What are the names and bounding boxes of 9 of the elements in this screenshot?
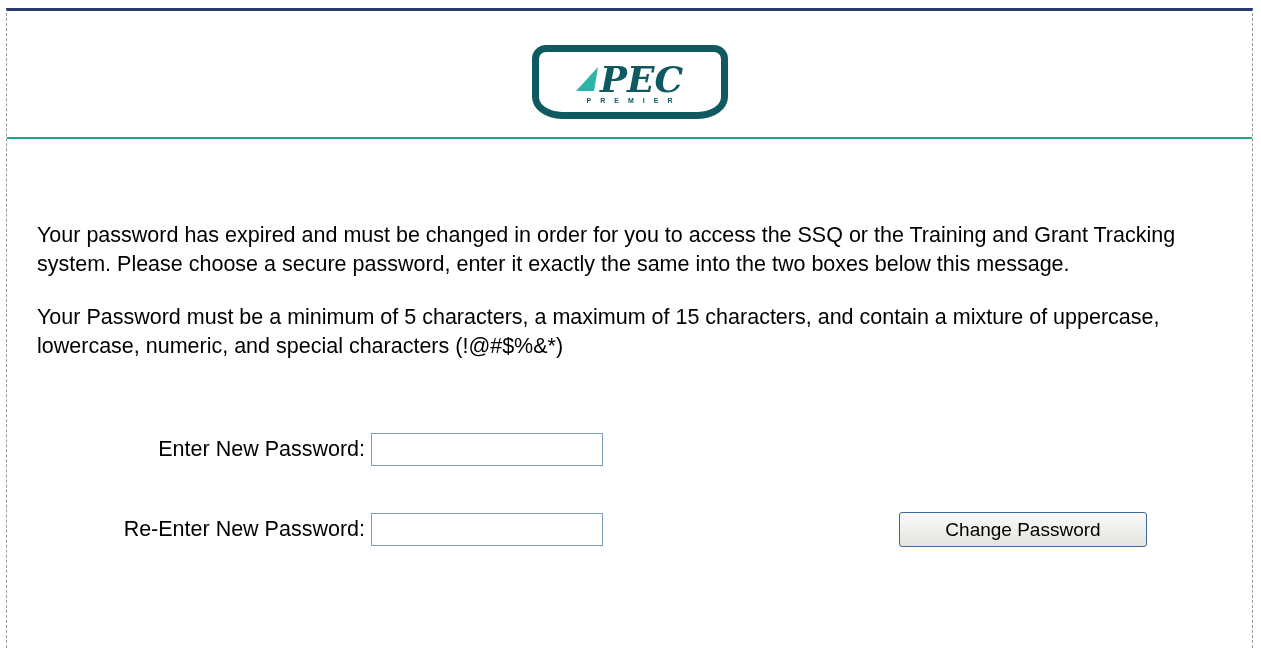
password-field[interactable]	[371, 513, 603, 546]
logo-text: PEC	[599, 60, 684, 97]
change-password-button[interactable]: Change Password	[899, 512, 1147, 547]
field-label: Enter New Password:	[157, 437, 366, 462]
message-paragraph: Your Password must be a minimum of 5 characters, a maximum of 15 characters, and contain a mixture of uppercase, lowercase, numeric, and special characters (!@#$%&*)	[37, 304, 1161, 360]
password-field[interactable]	[371, 433, 603, 466]
triangle-icon	[575, 66, 598, 91]
message-paragraph: Your password has expired and must be changed in order for you to access the SSQ or the Training and Grant Tracking system. Please choose a secure password, enter it exactly the same into the two boxes below this message.	[37, 222, 1177, 278]
field-label: Re-Enter New Password:	[122, 517, 366, 542]
